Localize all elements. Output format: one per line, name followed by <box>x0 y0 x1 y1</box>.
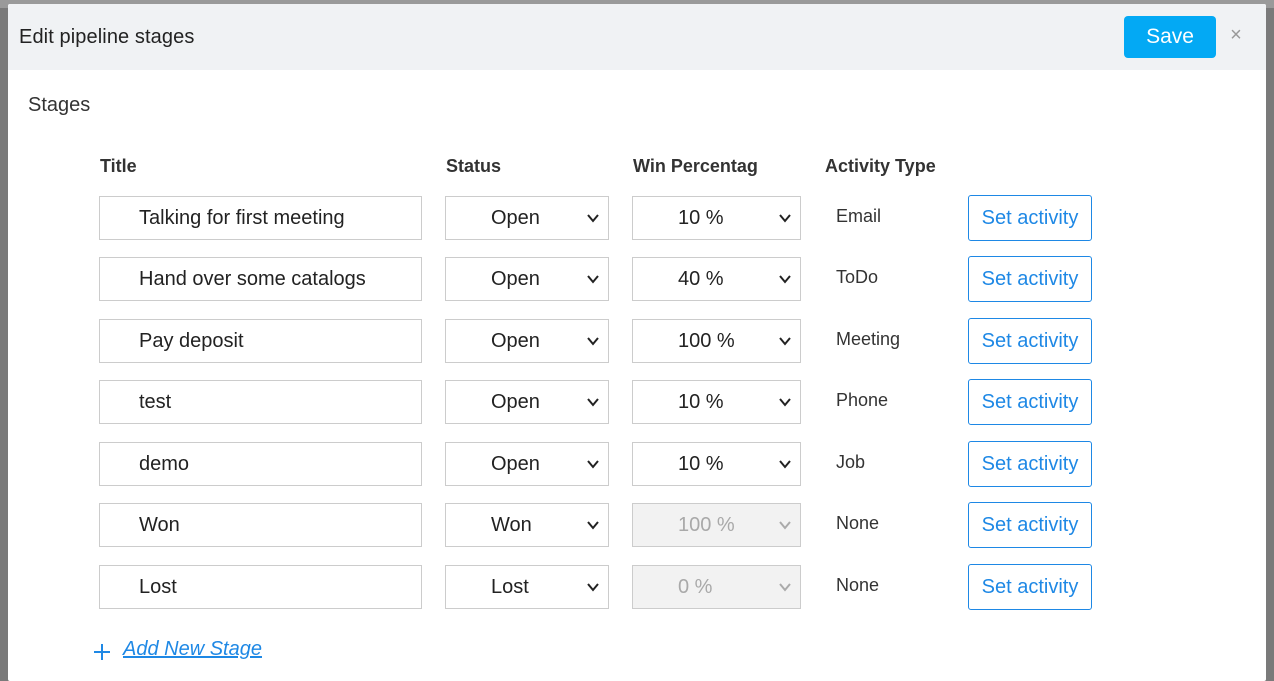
stage-row: Won Won 100 % None Set activity <box>8 502 1266 549</box>
stage-title-input[interactable]: Hand over some catalogs <box>99 257 422 301</box>
stage-row: demo Open 10 % Job Set activity <box>8 441 1266 488</box>
stage-activity-type: Phone <box>836 390 889 410</box>
stage-title-input[interactable]: Won <box>99 503 422 547</box>
column-header-title: Title <box>100 156 137 176</box>
set-activity-button[interactable]: Set activity <box>968 195 1092 241</box>
stage-win-percentage-select[interactable]: 10 % <box>632 196 801 240</box>
stage-status-select[interactable]: Won <box>445 503 609 547</box>
stage-activity-type: None <box>836 575 880 595</box>
chevron-down-icon <box>587 521 599 530</box>
stage-win-percentage-value: 10 % <box>678 453 724 475</box>
stage-activity-type: None <box>836 513 880 533</box>
stage-row: test Open 10 % Phone Set activity <box>8 379 1266 426</box>
chevron-down-icon <box>587 275 599 284</box>
stage-status-value: Open <box>491 207 540 229</box>
stage-win-percentage-value: 100 % <box>678 514 735 536</box>
stage-win-percentage-value: 100 % <box>678 330 735 352</box>
stage-row: Lost Lost 0 % None Set activity <box>8 564 1266 611</box>
stage-win-percentage-value: 40 % <box>678 268 724 290</box>
stage-win-percentage-select[interactable]: 40 % <box>632 257 801 301</box>
chevron-down-icon <box>587 337 599 346</box>
chevron-down-icon <box>779 521 791 530</box>
stage-title-input[interactable]: Lost <box>99 565 422 609</box>
chevron-down-icon <box>587 460 599 469</box>
chevron-down-icon <box>779 337 791 346</box>
stage-status-select[interactable]: Open <box>445 380 609 424</box>
stage-title-input[interactable]: demo <box>99 442 422 486</box>
stage-title-value: Pay deposit <box>139 330 244 352</box>
stage-title-value: demo <box>139 453 190 475</box>
column-header-win-percentage: Win Percentag <box>633 156 758 176</box>
stage-title-value: Hand over some catalogs <box>139 268 366 290</box>
plus-icon <box>94 644 110 660</box>
stage-status-value: Open <box>491 391 540 413</box>
stage-row: Pay deposit Open 100 % Meeting Set activity <box>8 318 1266 365</box>
stage-row: Talking for first meeting Open 10 % Email Se… <box>8 195 1266 242</box>
edit-pipeline-modal: Edit pipeline stages Save × Stages Title… <box>8 4 1266 681</box>
chevron-down-icon <box>779 214 791 223</box>
stage-status-select[interactable]: Open <box>445 319 609 363</box>
stage-win-percentage-select[interactable]: 10 % <box>632 442 801 486</box>
stage-win-percentage-value: 10 % <box>678 391 724 413</box>
add-new-stage-label[interactable]: Add New Stage <box>123 638 262 661</box>
stage-status-select[interactable]: Open <box>445 442 609 486</box>
stage-win-percentage-value: 0 % <box>678 576 713 598</box>
stage-activity-type: Email <box>836 206 882 226</box>
stage-win-percentage-select[interactable]: 100 % <box>632 319 801 363</box>
set-activity-button[interactable]: Set activity <box>968 318 1092 364</box>
chevron-down-icon <box>587 214 599 223</box>
stage-title-input[interactable]: Pay deposit <box>99 319 422 363</box>
set-activity-button[interactable]: Set activity <box>968 256 1092 302</box>
set-activity-button[interactable]: Set activity <box>968 441 1092 487</box>
modal-header: Edit pipeline stages Save × <box>8 4 1266 70</box>
chevron-down-icon <box>587 583 599 592</box>
chevron-down-icon <box>779 583 791 592</box>
stage-title-value: test <box>139 391 172 413</box>
stage-status-value: Won <box>491 514 532 536</box>
chevron-down-icon <box>779 275 791 284</box>
stage-status-select[interactable]: Open <box>445 257 609 301</box>
section-title: Stages <box>28 94 91 116</box>
stage-status-value: Lost <box>491 576 529 598</box>
stage-win-percentage-value: 10 % <box>678 207 724 229</box>
set-activity-button[interactable]: Set activity <box>968 564 1092 610</box>
stage-title-value: Talking for first meeting <box>139 207 345 229</box>
stage-status-value: Open <box>491 330 540 352</box>
stage-win-percentage-select: 0 % <box>632 565 801 609</box>
stage-status-select[interactable]: Lost <box>445 565 609 609</box>
stage-row: Hand over some catalogs Open 40 % ToDo Set a… <box>8 256 1266 303</box>
modal-title: Edit pipeline stages <box>19 26 195 48</box>
chevron-down-icon <box>779 398 791 407</box>
stage-activity-type: Job <box>836 452 866 472</box>
chevron-down-icon <box>779 460 791 469</box>
column-header-activity-type: Activity Type <box>825 156 936 176</box>
save-button[interactable]: Save <box>1124 16 1216 58</box>
stage-title-input[interactable]: test <box>99 380 422 424</box>
column-header-status: Status <box>446 156 502 176</box>
close-icon[interactable]: × <box>1226 24 1246 46</box>
stage-win-percentage-select[interactable]: 10 % <box>632 380 801 424</box>
set-activity-button[interactable]: Set activity <box>968 502 1092 548</box>
stage-status-value: Open <box>491 453 540 475</box>
stage-activity-type: Meeting <box>836 329 901 349</box>
stage-title-value: Won <box>139 514 180 536</box>
stage-activity-type: ToDo <box>836 267 879 287</box>
chevron-down-icon <box>587 398 599 407</box>
stage-win-percentage-select: 100 % <box>632 503 801 547</box>
stage-status-select[interactable]: Open <box>445 196 609 240</box>
stage-title-input[interactable]: Talking for first meeting <box>99 196 422 240</box>
stage-title-value: Lost <box>139 576 177 598</box>
stage-status-value: Open <box>491 268 540 290</box>
set-activity-button[interactable]: Set activity <box>968 379 1092 425</box>
